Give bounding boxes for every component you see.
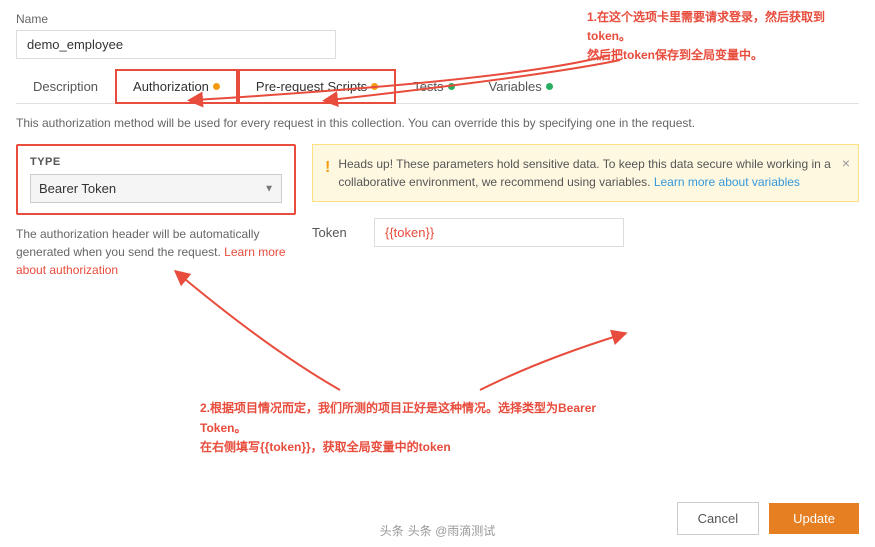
tab-authorization[interactable]: Authorization bbox=[115, 69, 238, 104]
type-select-wrapper[interactable]: Bearer Token No Auth Basic Auth Digest A… bbox=[30, 174, 282, 203]
watermark: 头条 头条 @雨滴测试 bbox=[380, 522, 496, 539]
token-label: Token bbox=[312, 225, 362, 240]
left-panel: TYPE Bearer Token No Auth Basic Auth Dig… bbox=[16, 144, 296, 279]
tab-description[interactable]: Description bbox=[16, 70, 115, 103]
pre-request-dot bbox=[371, 83, 378, 90]
tests-dot bbox=[448, 83, 455, 90]
name-input[interactable] bbox=[16, 30, 336, 59]
tabs-bar: Description Authorization Pre-request Sc… bbox=[16, 69, 859, 104]
auth-note: The authorization header will be automat… bbox=[16, 225, 296, 279]
update-button[interactable]: Update bbox=[769, 503, 859, 534]
token-input[interactable] bbox=[374, 218, 624, 247]
main-content: TYPE Bearer Token No Auth Basic Auth Dig… bbox=[16, 144, 859, 279]
annotation-text-2: 2.根据项目情况而定，我们所测的项目正好是这种情况。选择类型为Bearer To… bbox=[200, 399, 640, 457]
name-section: Name bbox=[16, 12, 859, 59]
type-box: TYPE Bearer Token No Auth Basic Auth Dig… bbox=[16, 144, 296, 215]
alert-icon: ! bbox=[325, 156, 330, 180]
tab-tests[interactable]: Tests bbox=[396, 70, 471, 103]
alert-box: ! Heads up! These parameters hold sensit… bbox=[312, 144, 859, 202]
alert-close-button[interactable]: × bbox=[842, 153, 850, 174]
authorization-dot bbox=[213, 83, 220, 90]
learn-more-variables-link[interactable]: Learn more about variables bbox=[654, 175, 800, 189]
watermark-logo: 头条 bbox=[380, 522, 404, 539]
cancel-button[interactable]: Cancel bbox=[677, 502, 759, 535]
collection-description: This authorization method will be used f… bbox=[16, 114, 859, 132]
name-label: Name bbox=[16, 12, 859, 26]
alert-text: Heads up! These parameters hold sensitiv… bbox=[338, 155, 846, 191]
variables-dot bbox=[546, 83, 553, 90]
right-panel: ! Heads up! These parameters hold sensit… bbox=[312, 144, 859, 279]
type-select[interactable]: Bearer Token No Auth Basic Auth Digest A… bbox=[30, 174, 282, 203]
watermark-text: 头条 @雨滴测试 bbox=[408, 522, 496, 539]
type-label: TYPE bbox=[30, 156, 282, 168]
main-container: Name Description Authorization Pre-reque… bbox=[0, 0, 875, 547]
footer-actions: Cancel Update bbox=[677, 502, 859, 535]
tab-pre-request-scripts[interactable]: Pre-request Scripts bbox=[238, 69, 396, 104]
token-row: Token bbox=[312, 218, 859, 247]
tab-variables[interactable]: Variables bbox=[472, 70, 570, 103]
